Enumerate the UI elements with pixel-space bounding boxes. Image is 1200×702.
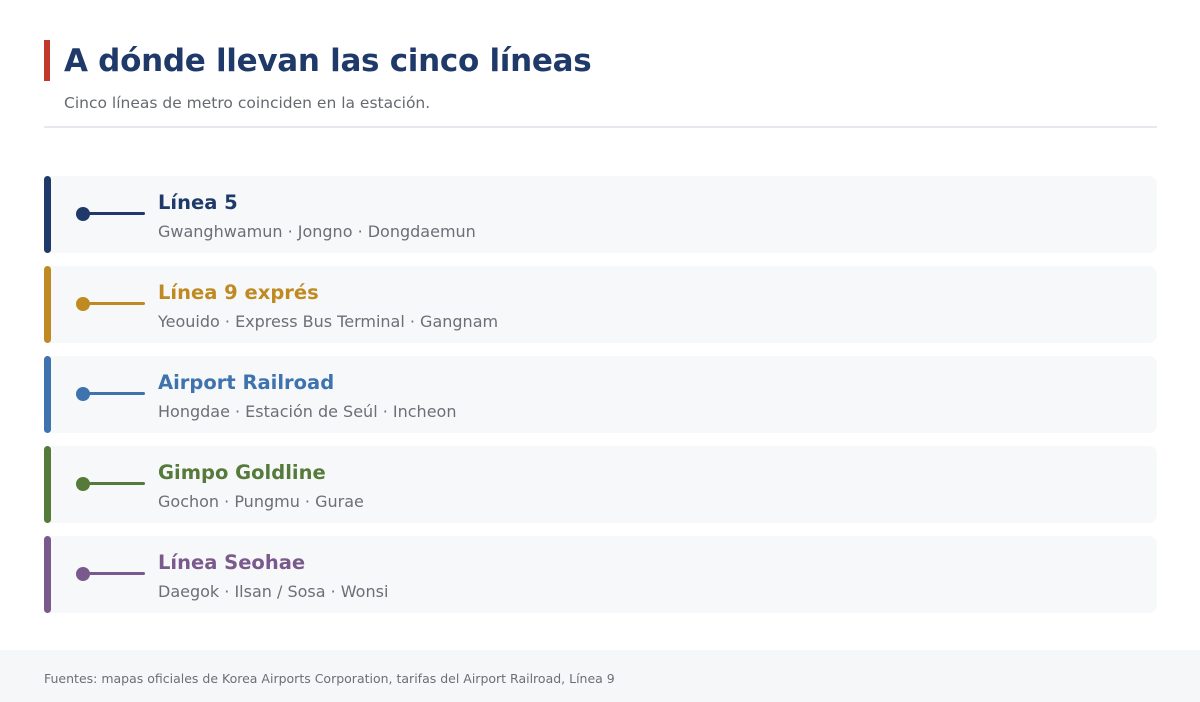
line-stops: Daegok · Ilsan / Sosa · Wonsi [158, 582, 389, 601]
header: A dónde llevan las cinco líneas Cinco lí… [44, 40, 1157, 112]
line-color-bar [44, 266, 51, 343]
page: A dónde llevan las cinco líneas Cinco lí… [0, 0, 1200, 702]
line-marker-dot [76, 477, 90, 491]
line-card: Línea 5 Gwanghwamun · Jongno · Dongdaemu… [44, 176, 1157, 253]
line-color-bar [44, 446, 51, 523]
line-marker-stroke [83, 302, 145, 305]
line-stops: Gochon · Pungmu · Gurae [158, 492, 364, 511]
line-marker-stroke [83, 212, 145, 215]
line-name: Línea 5 [158, 191, 238, 214]
header-divider [44, 126, 1157, 128]
line-marker-icon [76, 476, 146, 492]
line-marker-icon [76, 206, 146, 222]
title-row: A dónde llevan las cinco líneas [44, 40, 1157, 81]
line-color-bar [44, 356, 51, 433]
line-stops: Yeouido · Express Bus Terminal · Gangnam [158, 312, 499, 331]
line-color-bar [44, 536, 51, 613]
footer: Fuentes: mapas oficiales de Korea Airpor… [0, 650, 1200, 702]
line-marker-stroke [83, 572, 145, 575]
line-name: Airport Railroad [158, 371, 335, 394]
line-name: Línea 9 exprés [158, 281, 319, 304]
sources-note: Fuentes: mapas oficiales de Korea Airpor… [44, 671, 615, 686]
line-marker-icon [76, 386, 146, 402]
line-marker-stroke [83, 392, 145, 395]
line-stops: Gwanghwamun · Jongno · Dongdaemun [158, 222, 476, 241]
line-marker-icon [76, 296, 146, 312]
line-marker-dot [76, 387, 90, 401]
page-title: A dónde llevan las cinco líneas [64, 42, 592, 79]
line-card: Gimpo Goldline Gochon · Pungmu · Gurae [44, 446, 1157, 523]
line-stops: Hongdae · Estación de Seúl · Incheon [158, 402, 457, 421]
line-name: Línea Seohae [158, 551, 306, 574]
title-accent-bar [44, 40, 50, 81]
line-card: Airport Railroad Hongdae · Estación de S… [44, 356, 1157, 433]
line-list: Línea 5 Gwanghwamun · Jongno · Dongdaemu… [44, 176, 1157, 626]
line-marker-stroke [83, 482, 145, 485]
line-marker-dot [76, 207, 90, 221]
line-color-bar [44, 176, 51, 253]
line-card: Línea 9 exprés Yeouido · Express Bus Ter… [44, 266, 1157, 343]
line-marker-dot [76, 297, 90, 311]
line-marker-dot [76, 567, 90, 581]
line-name: Gimpo Goldline [158, 461, 326, 484]
line-marker-icon [76, 566, 146, 582]
page-subtitle: Cinco líneas de metro coinciden en la es… [64, 94, 431, 112]
line-card: Línea Seohae Daegok · Ilsan / Sosa · Won… [44, 536, 1157, 613]
